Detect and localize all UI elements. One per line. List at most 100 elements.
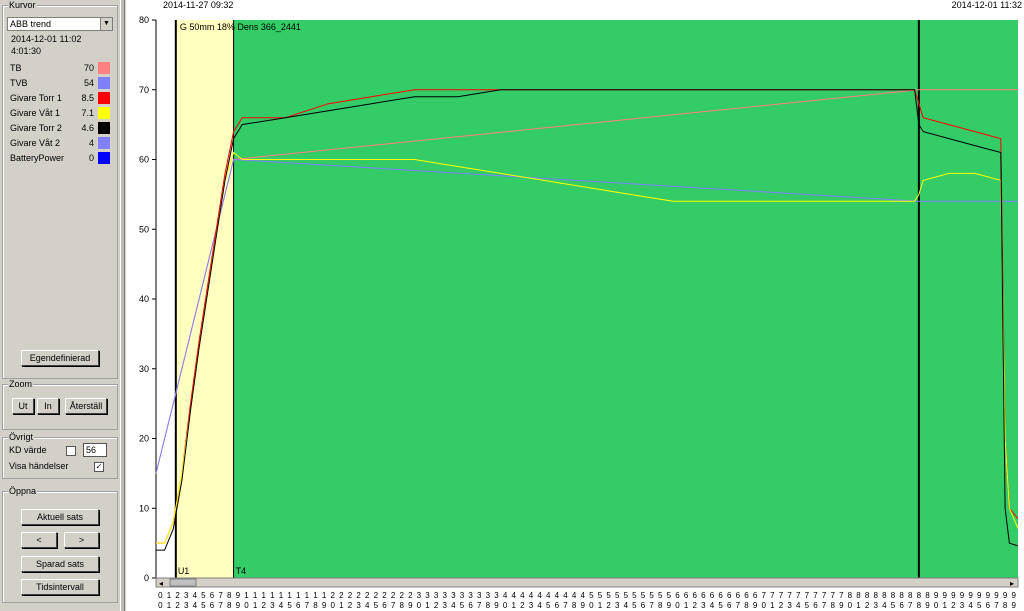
legend-color-swatch[interactable] (98, 92, 110, 104)
x-tick-label: 2 (339, 591, 344, 600)
custom-button[interactable]: Egendefinierad (21, 350, 99, 366)
legend-name: TB (10, 63, 22, 73)
phase-t4-region (233, 20, 1018, 578)
x-tick-label: 5 (615, 591, 620, 600)
x-tick-label: 3 (443, 601, 448, 610)
legend-value: 8.5 (81, 93, 94, 103)
legend-color-swatch[interactable] (98, 62, 110, 74)
x-tick-label: 2 (365, 591, 370, 600)
x-tick-label: 4 (796, 601, 801, 610)
x-tick-label: 2 (175, 601, 180, 610)
x-tick-label: 6 (296, 601, 301, 610)
x-tick-label: 4 (529, 591, 534, 600)
x-tick-label: 4 (968, 601, 973, 610)
x-tick-label: 2 (408, 591, 413, 600)
x-tick-label: 0 (675, 601, 680, 610)
x-tick-label: 1 (244, 591, 249, 600)
x-tick-label: 7 (770, 591, 775, 600)
legend-name: TVB (10, 78, 28, 88)
x-tick-label: 3 (270, 601, 275, 610)
horizontal-scrollbar[interactable] (155, 577, 1019, 588)
x-tick-label: 4 (580, 591, 585, 600)
x-tick-label: 8 (313, 601, 318, 610)
x-tick-label: 1 (279, 591, 284, 600)
x-tick-label: 3 (417, 591, 422, 600)
legend-color-swatch[interactable] (98, 137, 110, 149)
legend-row[interactable]: TVB 54 (10, 76, 110, 90)
scroll-right-icon[interactable]: ▸ (1010, 579, 1014, 588)
kurvor-title: Kurvor (8, 0, 37, 10)
oppna-group: Öppna Aktuell sats < > Sparad sats Tidsi… (2, 486, 118, 603)
x-tick-label: 3 (356, 601, 361, 610)
x-tick-label: 0 (244, 601, 249, 610)
prev-button[interactable]: < (21, 532, 57, 548)
x-tick-label: 3 (468, 591, 473, 600)
oppna-title: Öppna (8, 486, 38, 496)
x-tick-label: 3 (460, 591, 465, 600)
legend-color-swatch[interactable] (98, 152, 110, 164)
curve-dropdown[interactable]: ABB trend ▼ (7, 17, 113, 31)
x-tick-label: 8 (227, 601, 232, 610)
phase-u1-region (175, 20, 234, 578)
x-tick-label: 9 (968, 591, 973, 600)
x-tick-label: 7 (761, 591, 766, 600)
x-tick-label: 3 (184, 601, 189, 610)
scrollbar-thumb[interactable] (169, 578, 197, 587)
zoom-reset-button[interactable]: Återställ (65, 398, 107, 414)
next-button[interactable]: > (64, 532, 99, 548)
x-tick-label: 4 (624, 601, 629, 610)
batch-datetime: 2014-12-01 11:02 (11, 34, 82, 44)
scroll-left-icon[interactable]: ◂ (159, 579, 163, 588)
marker-u1-label: U1 (178, 566, 190, 576)
zoom-in-button[interactable]: In (37, 398, 59, 414)
splitter[interactable] (120, 0, 125, 611)
x-tick-label: 6 (744, 591, 749, 600)
x-tick-label: 1 (684, 601, 689, 610)
legend-row[interactable]: BatteryPower 0 (10, 151, 110, 165)
kd-label: KD värde (9, 445, 47, 455)
legend-color-swatch[interactable] (98, 77, 110, 89)
x-tick-label: 1 (167, 591, 172, 600)
legend-color-swatch[interactable] (98, 107, 110, 119)
x-tick-label: 7 (218, 591, 223, 600)
x-tick-label: 6 (684, 591, 689, 600)
legend-color-swatch[interactable] (98, 122, 110, 134)
legend-value: 7.1 (81, 108, 94, 118)
x-tick-label: 4 (193, 591, 198, 600)
legend-row[interactable]: TB 70 (10, 61, 110, 75)
trend-chart[interactable]: 01020304050607080G 50mm 18% Dens 366_244… (126, 0, 1024, 611)
x-tick-label: 7 (736, 601, 741, 610)
legend-row[interactable]: Givare Våt 2 4 (10, 136, 110, 150)
legend-row[interactable]: Givare Våt 1 7.1 (10, 106, 110, 120)
x-tick-label: 0 (417, 601, 422, 610)
x-tick-label: 4 (563, 591, 568, 600)
x-tick-label: 1 (856, 601, 861, 610)
saved-batch-button[interactable]: Sparad sats (21, 556, 99, 572)
x-tick-label: 7 (805, 591, 810, 600)
x-tick-label: 2 (779, 601, 784, 610)
time-interval-button[interactable]: Tidsintervall (21, 579, 99, 595)
y-tick-label: 10 (139, 503, 149, 513)
zoom-group: Zoom Ut In Återställ (2, 379, 118, 430)
kd-checkbox[interactable] (66, 446, 76, 456)
x-tick-label: 5 (891, 601, 896, 610)
current-batch-button[interactable]: Aktuell sats (21, 509, 99, 525)
x-tick-label: 6 (899, 601, 904, 610)
x-tick-label: 0 (589, 601, 594, 610)
x-tick-label: 8 (744, 601, 749, 610)
legend-row[interactable]: Givare Torr 2 4.6 (10, 121, 110, 135)
kd-value-input[interactable]: 56 (83, 443, 107, 457)
x-tick-label: 8 (917, 591, 922, 600)
x-tick-label: 8 (399, 601, 404, 610)
chevron-down-icon[interactable]: ▼ (100, 18, 112, 30)
zoom-out-button[interactable]: Ut (12, 398, 34, 414)
x-tick-label: 8 (486, 601, 491, 610)
x-tick-label: 9 (925, 601, 930, 610)
x-tick-label: 3 (477, 591, 482, 600)
legend-row[interactable]: Givare Torr 1 8.5 (10, 91, 110, 105)
x-tick-label: 3 (874, 601, 879, 610)
y-tick-label: 30 (139, 364, 149, 374)
events-checkbox[interactable]: ✓ (94, 462, 104, 472)
x-tick-label: 9 (1011, 601, 1016, 610)
x-tick-label: 0 (934, 601, 939, 610)
